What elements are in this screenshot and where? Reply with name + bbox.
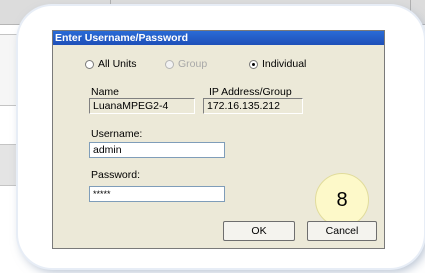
radio-individual-label: Individual [262,58,307,70]
password-label: Password: [91,169,141,181]
radio-unchecked-icon [85,59,94,69]
username-input[interactable]: admin [89,142,225,158]
ip-field: 172.16.135.212 [203,98,303,114]
radio-all-units-label: All Units [98,58,137,70]
name-label: Name [91,86,120,98]
radio-disabled-icon [165,59,174,69]
password-input[interactable]: ***** [89,186,225,202]
callout-number-badge: 8 [315,173,369,227]
radio-all-units[interactable]: All Units [85,57,137,71]
username-label: Username: [91,128,143,140]
radio-individual[interactable]: Individual [249,57,306,71]
radio-group: Group [165,57,207,71]
ok-button[interactable]: OK [223,221,295,241]
dialog-title: Enter Username/Password [53,31,384,45]
radio-checked-icon [249,59,258,69]
ip-label: IP Address/Group [209,86,292,98]
radio-group-label: Group [178,58,208,70]
name-field: LuanaMPEG2-4 [89,98,195,114]
login-dialog: Enter Username/Password All Units Group … [52,30,385,249]
cancel-button[interactable]: Cancel [307,221,377,241]
